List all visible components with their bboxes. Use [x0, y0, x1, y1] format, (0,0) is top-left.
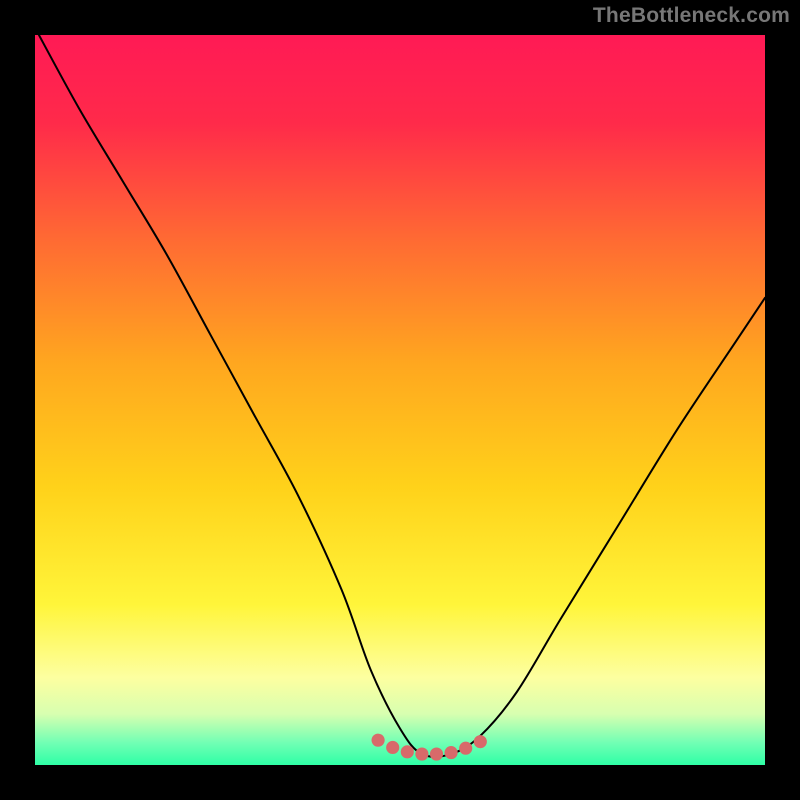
bottleneck-curve — [35, 35, 765, 757]
marker-dot — [386, 741, 399, 754]
marker-dot — [445, 746, 458, 759]
chart-frame: TheBottleneck.com — [0, 0, 800, 800]
marker-dot — [401, 745, 414, 758]
plot-area — [35, 35, 765, 765]
marker-dot — [430, 747, 443, 760]
watermark-text: TheBottleneck.com — [593, 4, 790, 28]
marker-dot — [474, 735, 487, 748]
marker-dot — [372, 734, 385, 747]
marker-dot — [415, 747, 428, 760]
marker-dot — [459, 742, 472, 755]
curve-layer — [35, 35, 765, 765]
